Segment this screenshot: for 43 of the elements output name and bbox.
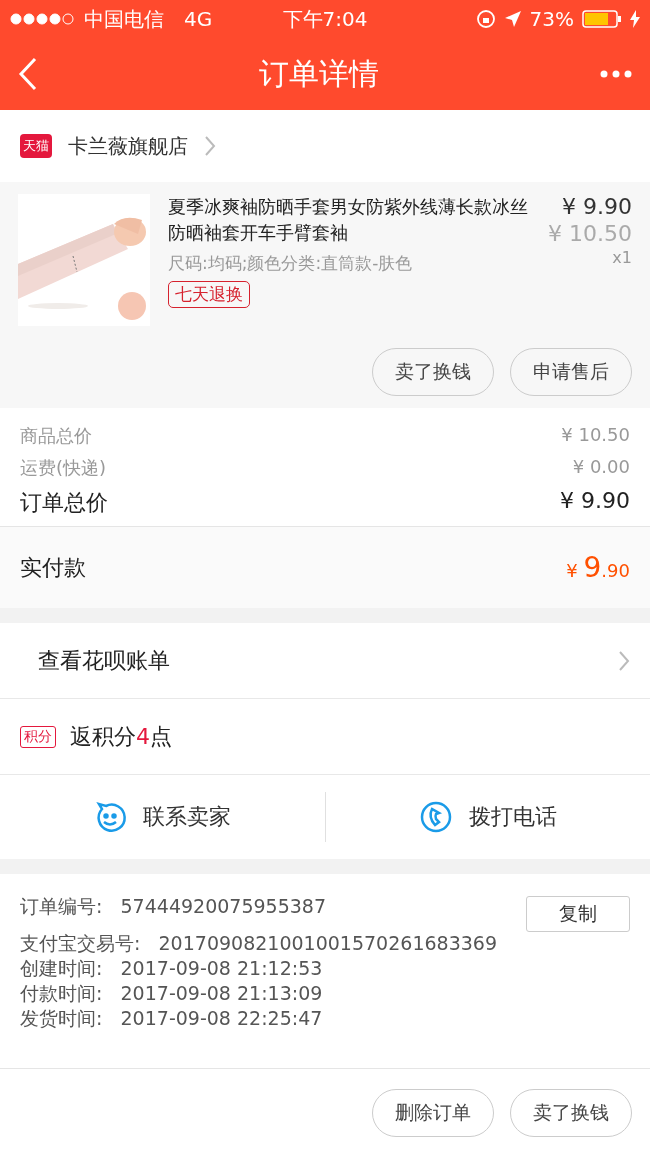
clock-text: 下午7:04 <box>282 5 368 33</box>
shop-name[interactable]: 卡兰薇旗舰店 <box>68 132 188 160</box>
summary-value: ¥ 9.90 <box>560 488 630 515</box>
signal-icon <box>10 13 76 25</box>
back-icon[interactable] <box>18 57 38 91</box>
order-info-line: 订单编号: 57444920075955387 <box>20 894 327 919</box>
huabei-label[interactable]: 查看花呗账单 <box>20 645 604 676</box>
huabei-row[interactable]: 查看花呗账单 <box>0 623 650 699</box>
order-info-line: 创建时间: 2017-09-08 21:12:53 <box>20 956 323 981</box>
summary-label: 运费(快递) <box>20 456 107 480</box>
order-info-line: 付款时间: 2017-09-08 21:13:09 <box>20 981 323 1006</box>
carrier-text: 中国电信 <box>84 5 164 33</box>
chevron-right-icon <box>204 135 216 157</box>
quantity-text: x1 <box>612 248 632 267</box>
location-arrow-icon <box>503 10 522 28</box>
network-text: 4G <box>184 7 213 31</box>
summary-label: 商品总价 <box>20 424 92 448</box>
points-text: 返积分4点 <box>70 722 172 751</box>
order-info-line: 支付宝交易号: 2017090821001001570261683369 <box>20 931 497 956</box>
order-info-line: 发货时间: 2017-09-08 22:25:47 <box>20 1006 323 1031</box>
rotation-lock-icon <box>475 9 496 29</box>
summary-value: ¥ 10.50 <box>561 424 630 447</box>
product-spec: 尺码:均码;颜色分类:直筒款-肤色 <box>168 252 414 275</box>
contact-button[interactable]: 联系卖家 <box>0 792 325 842</box>
original-price: ¥ 10.50 <box>548 221 632 246</box>
charging-bolt-icon <box>630 10 640 28</box>
contact-button[interactable]: 拨打电话 <box>325 792 650 842</box>
product-title[interactable]: 夏季冰爽袖防晒手套男女防紫外线薄长款冰丝防晒袖套开车手臂套袖 <box>168 194 530 246</box>
phone-icon <box>418 800 453 834</box>
more-icon[interactable] <box>600 70 632 78</box>
copy-button[interactable]: 复制 <box>526 896 630 932</box>
paid-amount: ¥ 9.90 <box>566 551 630 584</box>
paid-label: 实付款 <box>20 553 86 582</box>
summary-label: 订单总价 <box>20 489 108 517</box>
battery-icon <box>582 9 622 29</box>
product-price: ¥ 9.90 <box>562 194 632 219</box>
page-title: 订单详情 <box>259 54 379 93</box>
chevron-right-icon <box>618 649 630 672</box>
tmall-badge: 天猫 <box>20 134 52 158</box>
points-badge: 积分 <box>20 725 56 748</box>
summary-value: ¥ 0.00 <box>572 456 630 479</box>
battery-percent-text: 73% <box>529 7 574 31</box>
return-policy-tag: 七天退换 <box>168 281 250 308</box>
